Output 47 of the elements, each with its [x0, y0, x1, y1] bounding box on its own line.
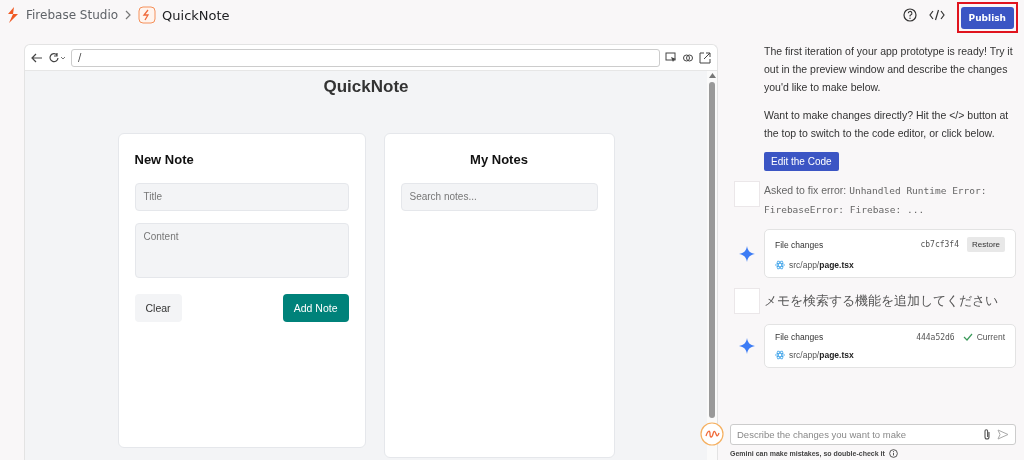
commit-hash: cb7cf3f4 — [920, 240, 959, 249]
sparkle-icon — [739, 338, 755, 354]
file-path[interactable]: src/app/page.tsx — [789, 260, 854, 270]
back-icon[interactable] — [31, 52, 43, 63]
brand-name[interactable]: Firebase Studio — [26, 8, 119, 22]
react-icon — [775, 350, 785, 360]
user-message: メモを検索する機能を追加してください — [764, 293, 998, 310]
app-title: QuickNote — [323, 77, 409, 97]
select-element-icon[interactable] — [665, 51, 677, 64]
sparkle-icon — [739, 245, 755, 262]
commit-hash: 444a52d6 — [916, 332, 955, 342]
help-icon[interactable] — [902, 8, 917, 22]
chat-input[interactable]: Describe the changes you want to make — [730, 423, 1016, 445]
add-note-button[interactable]: Add Note — [282, 294, 349, 322]
title-field[interactable]: Title — [134, 183, 349, 211]
open-external-icon[interactable] — [699, 51, 711, 64]
check-icon — [962, 333, 973, 341]
file-path[interactable]: src/app/page.tsx — [789, 350, 854, 360]
message-text: The first iteration of your app prototype is ready! Try it out in the preview window and describe the changes you'd like to make below. — [764, 44, 1014, 95]
error-message: Asked to fix error: Unhandled Runtime Error: FirebaseError: Firebase: ... — [764, 183, 988, 217]
code-icon[interactable] — [928, 9, 945, 21]
card-heading: My Notes — [469, 152, 529, 167]
react-icon — [775, 260, 785, 270]
flame-logo-icon — [6, 7, 20, 23]
app-name: QuickNote — [162, 7, 230, 23]
publish-button[interactable]: Publish — [960, 6, 1014, 29]
content-field[interactable]: Content — [134, 223, 349, 278]
app-logo-icon — [138, 6, 157, 24]
info-icon[interactable] — [888, 449, 898, 458]
link-icon[interactable] — [682, 51, 694, 64]
file-changes-label: File changes — [775, 239, 824, 250]
message-text: Want to make changes directly? Hit the </> button at the top to switch to the code editor, or click below. — [764, 108, 1010, 141]
user-avatar — [734, 288, 760, 314]
url-field[interactable]: / — [71, 48, 660, 67]
user-avatar — [734, 181, 760, 207]
card-heading: New Note — [134, 152, 195, 167]
restore-button[interactable]: Restore — [967, 237, 1005, 252]
edit-code-button[interactable]: Edit the Code — [764, 152, 839, 171]
chevron-right-icon — [124, 10, 133, 20]
status-label: Current — [976, 332, 1005, 342]
scrollbar[interactable] — [707, 71, 717, 460]
scroll-up-icon[interactable] — [708, 73, 716, 78]
clear-button[interactable]: Clear — [134, 294, 182, 322]
search-field[interactable]: Search notes... — [400, 183, 598, 211]
file-changes-label: File changes — [775, 332, 824, 342]
reload-icon[interactable] — [48, 51, 66, 64]
paperclip-icon[interactable] — [983, 428, 991, 440]
